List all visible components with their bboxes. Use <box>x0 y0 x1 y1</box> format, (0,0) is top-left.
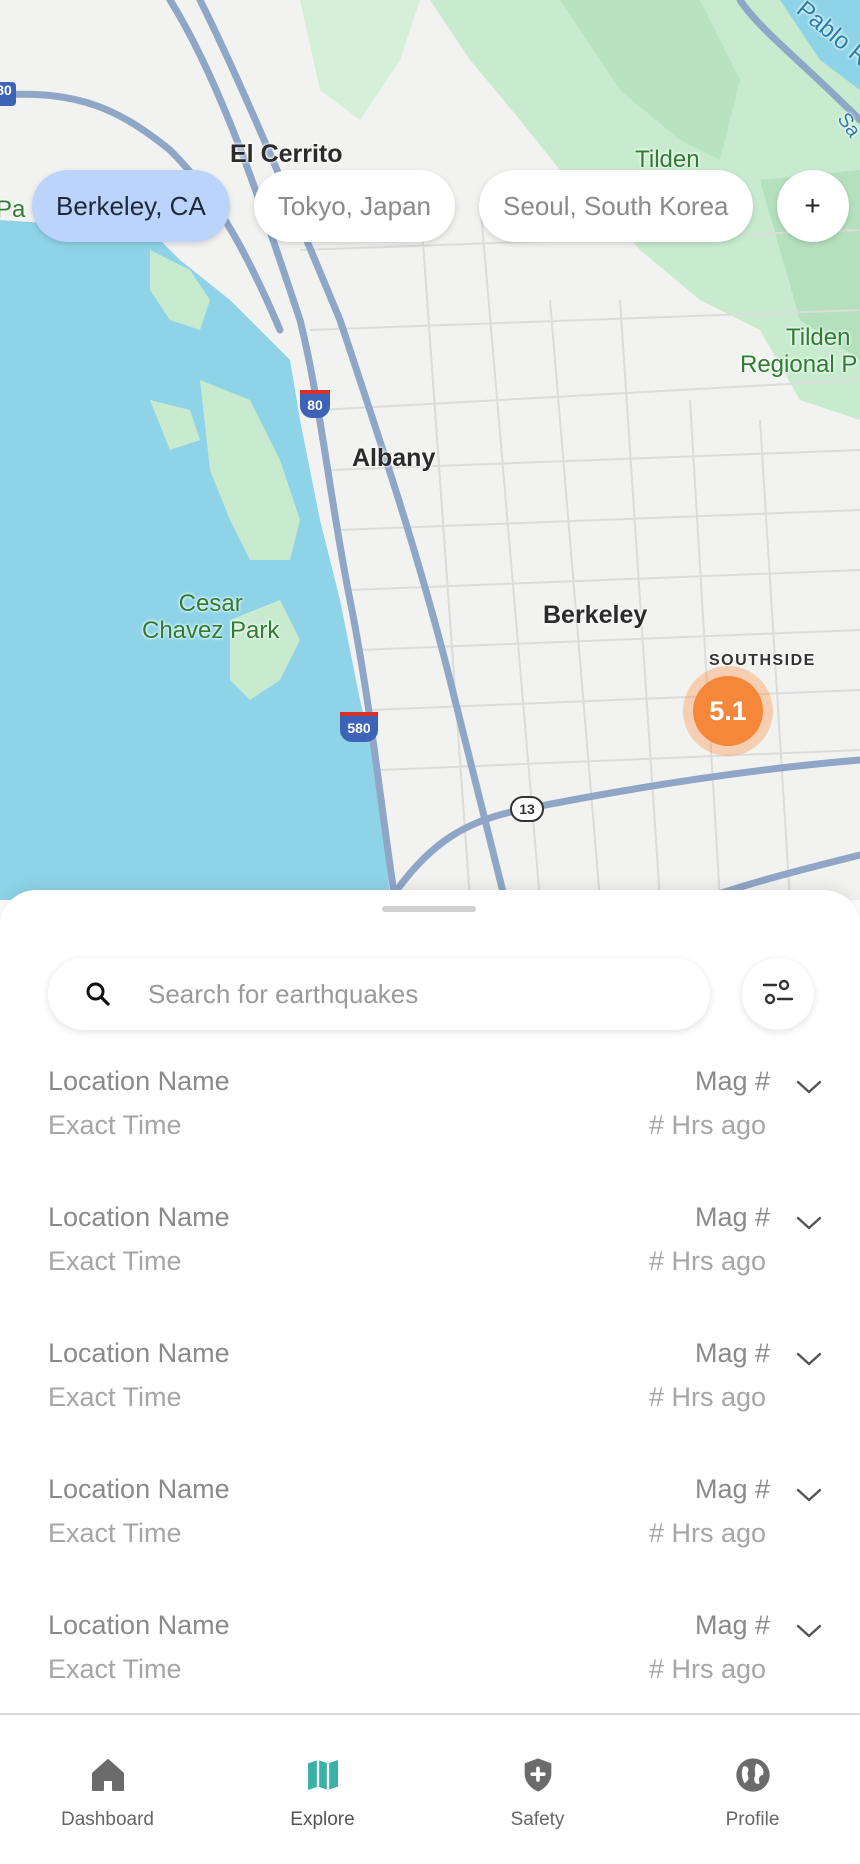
quake-location: Location Name <box>48 1202 230 1232</box>
quake-time: Exact Time <box>48 1246 182 1276</box>
filter-icon <box>760 974 796 1015</box>
quake-magnitude: Mag # <box>694 1474 770 1504</box>
search-icon <box>48 979 148 1009</box>
map-view[interactable]: El Cerrito Albany Berkeley SOUTHSIDE Til… <box>0 0 860 900</box>
quake-location: Location Name <box>48 1066 230 1096</box>
quake-magnitude: Mag # <box>694 1610 770 1640</box>
nav-label-dashboard: Dashboard <box>61 1809 154 1830</box>
city-chip-seoul[interactable]: Seoul, South Korea <box>479 170 753 242</box>
city-chip-bar: Berkeley, CA Tokyo, Japan Seoul, South K… <box>32 170 849 242</box>
search-bar <box>48 958 710 1030</box>
earthquake-marker[interactable]: 5.1 <box>683 666 773 756</box>
map-label-el-cerrito: El Cerrito <box>230 140 343 168</box>
ca-13-shield: 13 <box>510 796 544 822</box>
map-icon <box>303 1753 343 1797</box>
shield-plus-icon <box>518 1753 558 1797</box>
bottom-navigation: Dashboard Explore Safety Profile <box>0 1713 860 1864</box>
nav-item-dashboard[interactable]: Dashboard <box>0 1715 215 1864</box>
quake-time: Exact Time <box>48 1654 182 1684</box>
sheet-drag-handle[interactable] <box>382 906 476 912</box>
city-chip-berkeley[interactable]: Berkeley, CA <box>32 170 230 242</box>
quake-ago: # Hrs ago <box>648 1518 766 1548</box>
interstate-80-shield: 80 <box>300 390 330 418</box>
chevron-down-icon[interactable] <box>794 1344 824 1374</box>
quake-ago: # Hrs ago <box>648 1110 766 1140</box>
globe-icon <box>733 1753 773 1797</box>
quake-ago: # Hrs ago <box>648 1654 766 1684</box>
nav-label-safety: Safety <box>510 1809 565 1830</box>
chevron-down-icon[interactable] <box>794 1208 824 1238</box>
quake-magnitude: Mag # <box>694 1202 770 1232</box>
list-item[interactable]: Location Name Exact Time Mag # # Hrs ago <box>0 1066 860 1202</box>
quake-location: Location Name <box>48 1610 230 1640</box>
nav-item-safety[interactable]: Safety <box>430 1715 645 1864</box>
map-label-cesar-chavez-park: Cesar Chavez Park <box>142 590 280 644</box>
map-label-albany: Albany <box>352 444 436 472</box>
earthquake-list: Location Name Exact Time Mag # # Hrs ago… <box>0 1066 860 1746</box>
quake-location: Location Name <box>48 1338 230 1368</box>
list-item[interactable]: Location Name Exact Time Mag # # Hrs ago <box>0 1474 860 1610</box>
earthquake-list-sheet: Location Name Exact Time Mag # # Hrs ago… <box>0 890 860 1714</box>
quake-location: Location Name <box>48 1474 230 1504</box>
filter-button[interactable] <box>742 958 814 1030</box>
quake-time: Exact Time <box>48 1110 182 1140</box>
add-city-button[interactable]: + <box>776 170 849 242</box>
quake-time: Exact Time <box>48 1518 182 1548</box>
city-chip-tokyo[interactable]: Tokyo, Japan <box>253 170 456 242</box>
list-item[interactable]: Location Name Exact Time Mag # # Hrs ago <box>0 1338 860 1474</box>
chevron-down-icon[interactable] <box>794 1072 824 1102</box>
nav-item-profile[interactable]: Profile <box>645 1715 860 1864</box>
home-icon <box>88 1753 128 1797</box>
nav-item-explore[interactable]: Explore <box>215 1715 430 1864</box>
interstate-580-shield: 580 <box>340 712 378 742</box>
quake-time: Exact Time <box>48 1382 182 1412</box>
map-label-berkeley: Berkeley <box>543 601 648 629</box>
nav-label-profile: Profile <box>725 1809 780 1830</box>
interstate-80-shield-top: 80 <box>0 82 16 106</box>
list-item[interactable]: Location Name Exact Time Mag # # Hrs ago <box>0 1202 860 1338</box>
nav-label-explore: Explore <box>290 1809 355 1830</box>
quake-ago: # Hrs ago <box>648 1382 766 1412</box>
quake-ago: # Hrs ago <box>648 1246 766 1276</box>
search-input[interactable] <box>148 978 668 1010</box>
map-label-pa: Pa <box>0 196 26 223</box>
map-label-tilden-regional-park: Tilden Regional P <box>740 324 858 378</box>
earthquake-marker-magnitude: 5.1 <box>693 676 763 746</box>
quake-magnitude: Mag # <box>694 1338 770 1368</box>
quake-magnitude: Mag # <box>694 1066 770 1096</box>
chevron-down-icon[interactable] <box>794 1480 824 1510</box>
chevron-down-icon[interactable] <box>794 1616 824 1646</box>
